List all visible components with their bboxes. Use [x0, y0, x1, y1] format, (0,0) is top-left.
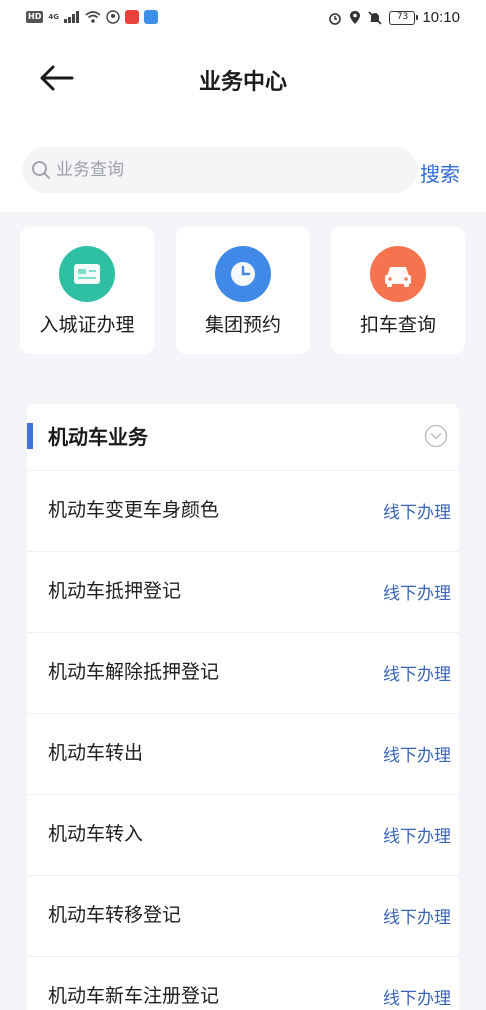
list-item-label: 机动车抵押登记: [48, 580, 182, 602]
quick-action-label: 扣车查询: [359, 314, 436, 336]
chevron-down-circle-icon[interactable]: [424, 424, 448, 448]
search-input[interactable]: [56, 160, 376, 180]
page-title: 业务中心: [198, 70, 287, 95]
list-item[interactable]: 机动车新车注册登记 线下办理: [27, 956, 459, 1010]
list-item[interactable]: 机动车转入 线下办理: [27, 794, 459, 875]
entry-permit-icon-circle: [59, 246, 115, 302]
app-notification-icon-blue: [143, 10, 158, 24]
section-header[interactable]: 机动车业务: [27, 404, 459, 470]
car-icon: [385, 267, 411, 287]
offline-handle-link[interactable]: 线下办理: [383, 822, 451, 847]
quick-action-entry-permit[interactable]: 入城证办理: [20, 227, 154, 354]
card-icon: [74, 264, 100, 284]
mute-icon: [368, 10, 383, 25]
clock: 10:10: [422, 9, 460, 26]
notification-icon: [106, 10, 120, 24]
offline-handle-link[interactable]: 线下办理: [383, 498, 451, 523]
nav-bar: 业务中心: [0, 50, 486, 106]
search-button[interactable]: 搜索: [420, 158, 460, 187]
vehicle-business-section: 机动车业务 机动车变更车身颜色 线下办理 机动车抵押登记 线下办理 机动车解除抵…: [27, 404, 459, 1010]
battery-icon: 73: [389, 10, 419, 25]
section-accent-bar: [27, 423, 33, 449]
offline-handle-link[interactable]: 线下办理: [383, 579, 451, 604]
alarm-icon: [329, 12, 342, 25]
list-item-label: 机动车转出: [48, 742, 144, 764]
offline-handle-link[interactable]: 线下办理: [383, 660, 451, 685]
offline-handle-link[interactable]: 线下办理: [383, 741, 451, 766]
group-booking-icon-circle: [215, 246, 271, 302]
wifi-icon: [85, 11, 101, 23]
offline-handle-link[interactable]: 线下办理: [383, 903, 451, 928]
quick-action-label: 集团预约: [204, 314, 281, 336]
location-icon: [350, 11, 361, 24]
search-icon: [32, 161, 50, 179]
status-right: 73 10:10: [328, 9, 460, 26]
list-item[interactable]: 机动车解除抵押登记 线下办理: [27, 632, 459, 713]
status-bar: HD 4G 73 10:10: [0, 0, 486, 38]
quick-action-label: 入城证办理: [39, 314, 135, 336]
list-item-label: 机动车变更车身颜色: [48, 499, 220, 521]
list-item[interactable]: 机动车转出 线下办理: [27, 713, 459, 794]
network-type: 4G: [48, 12, 59, 21]
quick-action-impound-query[interactable]: 扣车查询: [331, 227, 465, 354]
hd-badge: HD: [26, 11, 44, 23]
list-item[interactable]: 机动车变更车身颜色 线下办理: [27, 470, 459, 551]
list-item[interactable]: 机动车抵押登记 线下办理: [27, 551, 459, 632]
app-notification-icon-red: [124, 10, 139, 24]
impound-query-icon-circle: [370, 246, 426, 302]
list-item-label: 机动车新车注册登记: [48, 985, 220, 1007]
quick-action-group-booking[interactable]: 集团预约: [176, 227, 310, 354]
status-left: HD 4G: [26, 10, 158, 24]
list-item-label: 机动车转入: [48, 823, 144, 845]
clock-icon: [231, 262, 255, 286]
list-item-label: 机动车转移登记: [48, 904, 182, 926]
signal-icon: [63, 11, 79, 23]
search-box[interactable]: [22, 147, 418, 193]
offline-handle-link[interactable]: 线下办理: [383, 984, 451, 1009]
list-item-label: 机动车解除抵押登记: [48, 661, 220, 683]
section-title: 机动车业务: [48, 425, 148, 449]
list-item[interactable]: 机动车转移登记 线下办理: [27, 875, 459, 956]
